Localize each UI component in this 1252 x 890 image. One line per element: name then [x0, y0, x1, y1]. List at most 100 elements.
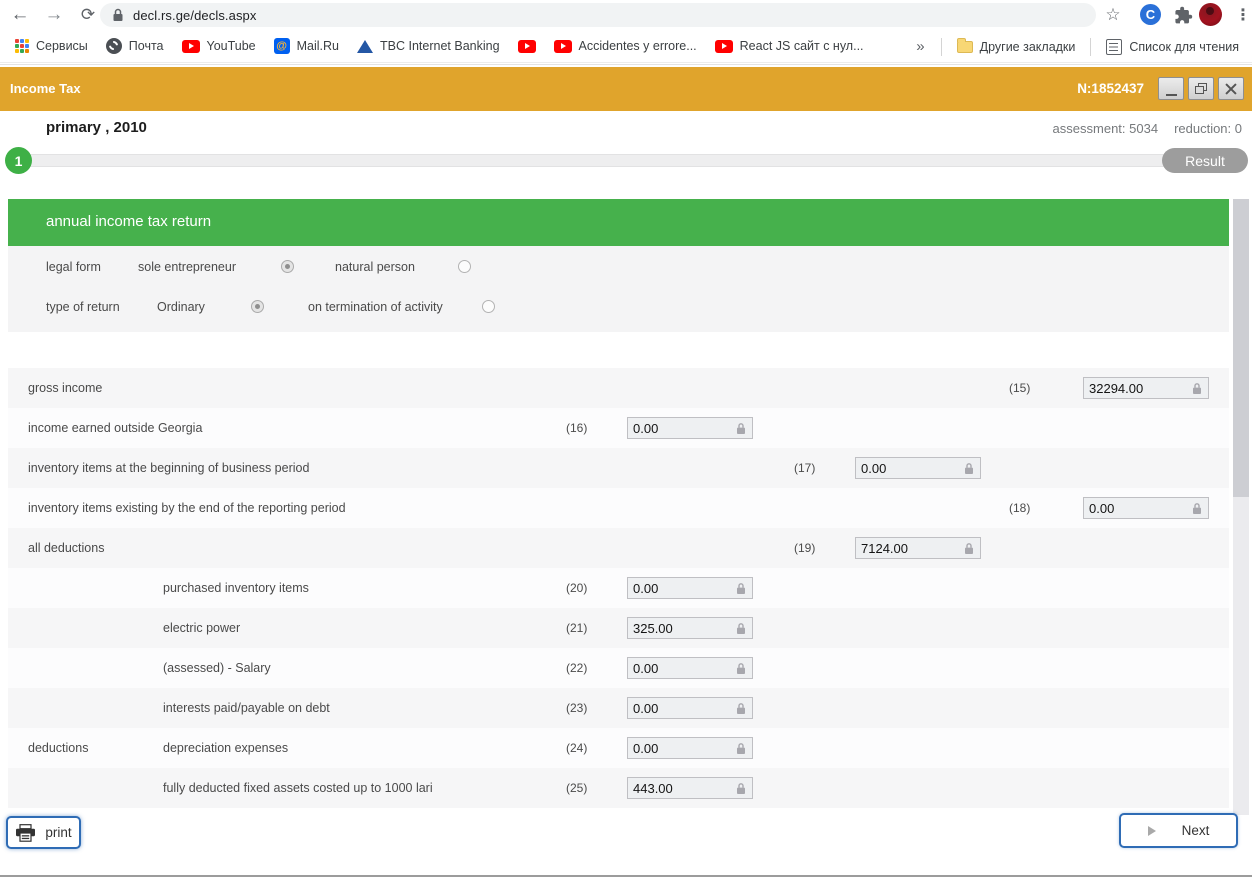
- bookmark-star-icon[interactable]: [1100, 2, 1126, 28]
- folder-icon: [956, 37, 973, 53]
- lock-icon: [965, 462, 973, 474]
- radio-ordinary[interactable]: [251, 300, 264, 313]
- bookmark-item[interactable]: TBC Internet Banking: [348, 33, 509, 59]
- amount-value: 0.00: [633, 740, 659, 756]
- amount-field[interactable]: 0.00: [855, 457, 981, 479]
- row-number: (17): [794, 461, 816, 475]
- bookmark-item[interactable]: Почта: [97, 33, 173, 59]
- row-number: (23): [566, 701, 588, 715]
- bookmark-item[interactable]: [509, 33, 545, 59]
- restore-button[interactable]: [1188, 77, 1214, 100]
- reload-icon[interactable]: [74, 1, 102, 29]
- lock-icon: [1193, 502, 1201, 514]
- row-label: inventory items existing by the end of t…: [28, 501, 346, 515]
- amount-field[interactable]: 0.00: [1083, 497, 1209, 519]
- browser-menu-icon[interactable]: [1234, 2, 1252, 28]
- amount-value: 443.00: [633, 780, 673, 796]
- row-number: (19): [794, 541, 816, 555]
- tbc-icon: [357, 39, 374, 53]
- extensions-puzzle-icon[interactable]: [1172, 4, 1194, 26]
- lock-icon: [965, 542, 973, 554]
- row-label: electric power: [163, 621, 241, 635]
- bookmark-label: YouTube: [206, 39, 256, 53]
- lock-icon: [1193, 382, 1201, 394]
- amount-value: 325.00: [633, 620, 673, 636]
- row-label: interests paid/payable on debt: [163, 701, 330, 715]
- amount-value: 0.00: [861, 460, 887, 476]
- content-scrollbar[interactable]: [1233, 199, 1249, 815]
- amount-field[interactable]: 32294.00: [1083, 377, 1209, 399]
- assessment-value: assessment: 5034: [1052, 120, 1159, 136]
- address-bar[interactable]: decl.rs.ge/decls.aspx: [100, 3, 1096, 27]
- forward-icon[interactable]: [40, 1, 68, 29]
- amount-field[interactable]: 0.00: [627, 697, 753, 719]
- declaration-subheader: primary , 2010 assessment: 5034 reductio…: [0, 111, 1252, 147]
- row-number: (20): [566, 581, 588, 595]
- print-button[interactable]: print: [6, 816, 81, 849]
- legal-form-label: legal form: [46, 260, 101, 274]
- option-label-sole-entrepreneur: sole entrepreneur: [138, 260, 236, 274]
- lock-icon: [737, 662, 745, 674]
- amount-field[interactable]: 0.00: [627, 737, 753, 759]
- amount-value: 0.00: [633, 700, 659, 716]
- amount-value: 32294.00: [1089, 380, 1144, 396]
- close-button[interactable]: [1218, 77, 1244, 100]
- lock-icon: [737, 622, 745, 634]
- url-text: decl.rs.ge/decls.aspx: [133, 7, 257, 23]
- page-title: Income Tax: [10, 81, 81, 96]
- radio-natural-person[interactable]: [458, 260, 471, 273]
- bookmark-item[interactable]: React JS сайт с нул...: [706, 33, 873, 59]
- youtube-icon: [553, 39, 572, 53]
- amount-value: 0.00: [1089, 500, 1115, 516]
- divider: [940, 37, 942, 56]
- bookmark-item[interactable]: @ Mail.Ru: [265, 33, 348, 59]
- bookmarks-overflow-icon[interactable]: »: [906, 38, 934, 55]
- other-bookmarks-button[interactable]: Другие закладки: [948, 34, 1085, 60]
- bookmark-label: Почта: [128, 39, 164, 53]
- row-label: inventory items at the beginning of busi…: [28, 461, 310, 475]
- row-number: (22): [566, 661, 588, 675]
- bookmarks-right: » Другие закладки Список для чтения: [906, 30, 1248, 63]
- amount-field[interactable]: 443.00: [627, 777, 753, 799]
- reading-list-button[interactable]: Список для чтения: [1097, 34, 1248, 60]
- amount-field[interactable]: 0.00: [627, 657, 753, 679]
- radio-sole-entrepreneur[interactable]: [281, 260, 294, 273]
- divider: [1090, 37, 1092, 56]
- divider: [0, 875, 1252, 877]
- minimize-button[interactable]: [1158, 77, 1184, 100]
- print-label: print: [45, 825, 72, 840]
- option-label-ordinary: Ordinary: [157, 300, 205, 314]
- step-indicator[interactable]: 1: [5, 147, 32, 174]
- wizard-stepper: 1 Result: [0, 147, 1252, 177]
- youtube-icon: [714, 39, 733, 53]
- radio-on-termination[interactable]: [482, 300, 495, 313]
- group-label: deductions: [28, 741, 89, 755]
- result-button[interactable]: Result: [1162, 148, 1248, 173]
- amount-field[interactable]: 7124.00: [855, 537, 981, 559]
- form-row: electric power (21) 325.00: [8, 608, 1229, 648]
- amount-field[interactable]: 0.00: [627, 417, 753, 439]
- progress-track: [20, 154, 1247, 167]
- restore-icon: [1195, 83, 1207, 94]
- amount-value: 0.00: [633, 420, 659, 436]
- bookmark-item[interactable]: Сервисы: [6, 33, 97, 59]
- bookmarks-left: Сервисы Почта YouTube @ Mail.Ru TBC Internet …: [0, 33, 873, 59]
- declaration-period: primary , 2010: [46, 119, 147, 136]
- bookmark-item[interactable]: Accidentes y errore...: [545, 33, 706, 59]
- row-label: depreciation expenses: [163, 741, 289, 755]
- printer-icon: [16, 823, 36, 842]
- next-label: Next: [1181, 823, 1210, 838]
- app-titlebar: Income Tax N:1852437: [0, 67, 1252, 111]
- next-button[interactable]: Next: [1119, 813, 1238, 848]
- amount-field[interactable]: 325.00: [627, 617, 753, 639]
- bookmark-item[interactable]: YouTube: [173, 33, 265, 59]
- window-controls: [1158, 77, 1244, 100]
- type-of-return-label: type of return: [46, 300, 120, 314]
- row-label: all deductions: [28, 541, 105, 555]
- amount-field[interactable]: 0.00: [627, 577, 753, 599]
- scrollbar-thumb[interactable]: [1233, 199, 1249, 497]
- profile-avatar[interactable]: [1199, 3, 1222, 26]
- https-lock-icon: [112, 8, 124, 22]
- extension-icon[interactable]: [1140, 4, 1161, 25]
- back-icon[interactable]: [6, 1, 34, 29]
